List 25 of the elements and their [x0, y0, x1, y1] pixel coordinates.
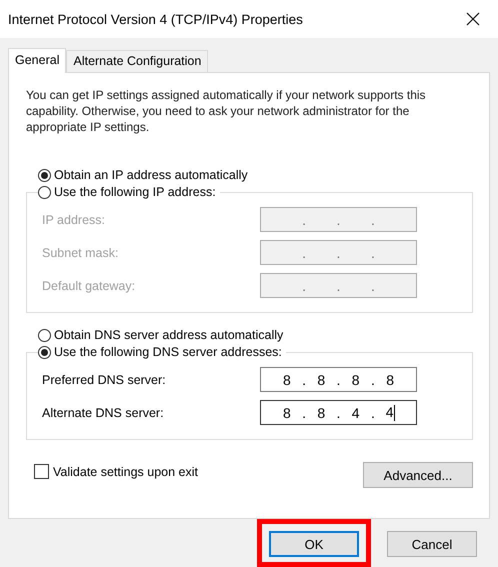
field-label: Subnet mask: — [42, 246, 120, 260]
radio-button[interactable] — [38, 168, 51, 182]
dialog-button[interactable]: Cancel — [387, 531, 477, 557]
checkbox[interactable] — [34, 464, 49, 479]
advanced-button[interactable]: Advanced... — [363, 462, 473, 488]
ip-address-field[interactable]: 8 . 8 . 8 . 8 — [260, 367, 417, 392]
description-text: You can get IP settings assigned automatically if your network supports this capability. Otherwise, you need to ask your network administrator for the appropriate IP settings. — [26, 87, 427, 135]
tab[interactable]: General — [8, 48, 66, 73]
radio-label[interactable]: Use the following IP address: — [54, 185, 216, 199]
radio-button[interactable] — [38, 186, 51, 198]
radio-button[interactable] — [38, 328, 51, 342]
close-icon[interactable] — [466, 12, 480, 26]
radio-label[interactable]: Obtain an IP address automatically — [54, 168, 248, 182]
radio-button[interactable] — [38, 346, 51, 358]
window-title: Internet Protocol Version 4 (TCP/IPv4) Properties — [8, 12, 303, 26]
checkbox-label[interactable]: Validate settings upon exit — [53, 464, 198, 478]
tab[interactable]: Alternate Configuration — [66, 50, 208, 72]
dialog-button[interactable]: OK — [269, 531, 359, 557]
field-label: IP address: — [42, 212, 106, 226]
radio-label[interactable]: Use the following DNS server addresses: — [54, 345, 282, 359]
ip-address-field[interactable]: 8 . 8 . 4 . 4 — [260, 400, 417, 425]
radio-label[interactable]: Obtain DNS server address automatically — [54, 328, 284, 342]
field-label: Default gateway: — [42, 278, 136, 292]
field-label: Alternate DNS server: — [42, 406, 165, 420]
field-label: Preferred DNS server: — [42, 372, 167, 386]
